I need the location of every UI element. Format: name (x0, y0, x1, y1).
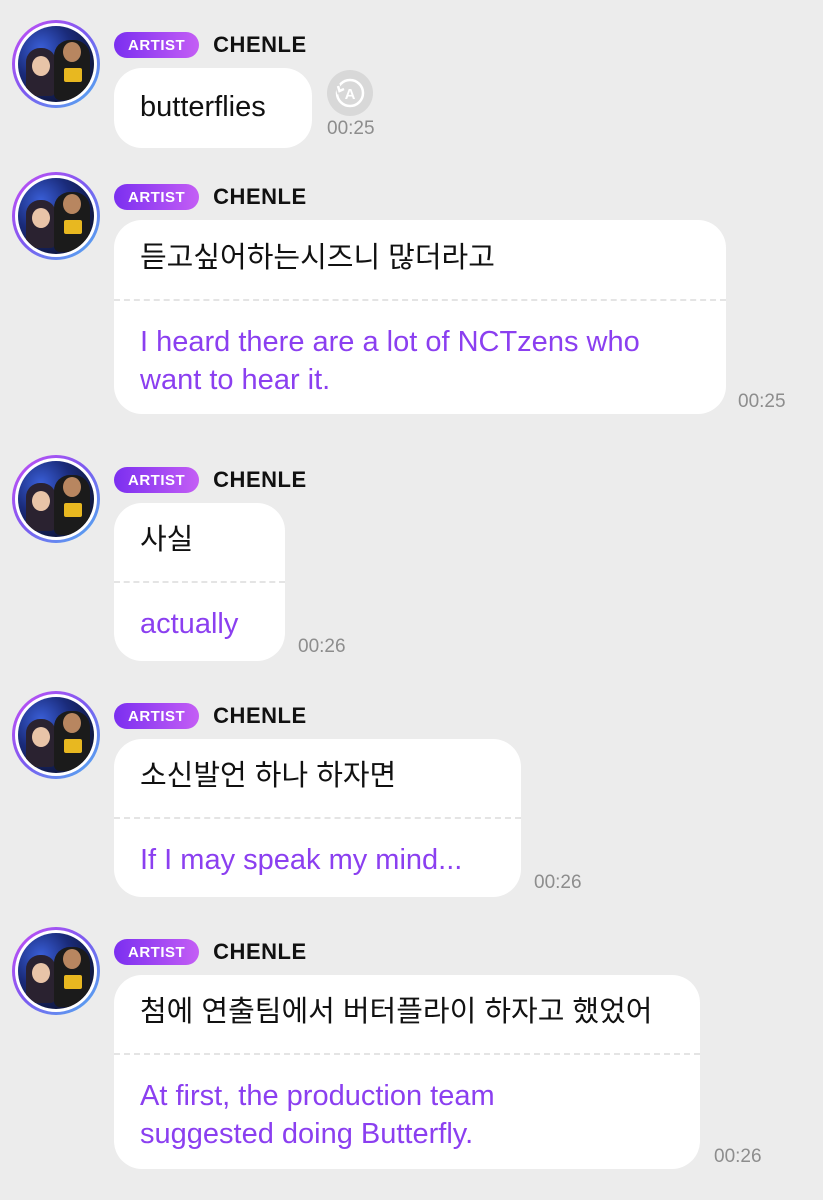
message-header: ARTIST CHENLE (114, 465, 307, 495)
chat-message: ARTIST CHENLE 듣고싶어하는시즈니 많더라고 I heard the… (0, 172, 823, 422)
svg-text:A: A (345, 86, 356, 103)
artist-avatar[interactable] (12, 20, 100, 108)
translation-divider (114, 299, 726, 301)
sender-name: CHENLE (213, 703, 307, 728)
message-header: ARTIST CHENLE (114, 30, 307, 60)
message-bubble[interactable]: butterflies (114, 68, 312, 148)
sender-name: CHENLE (213, 32, 307, 57)
message-bubble[interactable]: 첨에 연출팀에서 버터플라이 하자고 했었어 At first, the pro… (114, 975, 700, 1169)
sender-name: CHENLE (213, 184, 307, 209)
message-header: ARTIST CHENLE (114, 701, 307, 731)
message-header: ARTIST CHENLE (114, 182, 307, 212)
message-text: 첨에 연출팀에서 버터플라이 하자고 했었어 (140, 996, 653, 1028)
replay-translate-icon[interactable]: A (327, 70, 373, 116)
translation-divider (114, 1053, 700, 1055)
artist-badge: ARTIST (114, 32, 200, 58)
chat-message: ARTIST CHENLE 소신발언 하나 하자면 If I may speak… (0, 691, 823, 901)
artist-badge: ARTIST (114, 703, 200, 729)
timestamp: 00:25 (327, 118, 375, 139)
timestamp: 00:26 (714, 1146, 762, 1167)
translation-text: At first, the production team suggested … (140, 1080, 495, 1150)
message-bubble[interactable]: 사실 actually (114, 503, 285, 661)
artist-avatar[interactable] (12, 691, 100, 779)
message-text: butterflies (140, 91, 266, 123)
artist-badge: ARTIST (114, 184, 200, 210)
message-bubble[interactable]: 소신발언 하나 하자면 If I may speak my mind... (114, 739, 521, 897)
timestamp: 00:26 (298, 636, 346, 657)
artist-badge: ARTIST (114, 939, 200, 965)
message-header: ARTIST CHENLE (114, 937, 307, 967)
artist-avatar[interactable] (12, 927, 100, 1015)
translation-text: actually (140, 608, 239, 640)
chat-message: ARTIST CHENLE 사실 actually 00:26 (0, 455, 823, 665)
timestamp: 00:25 (738, 391, 786, 412)
chat-message: ARTIST CHENLE butterflies A 00:25 (0, 20, 823, 148)
timestamp: 00:26 (534, 872, 582, 893)
sender-name: CHENLE (213, 939, 307, 964)
artist-avatar[interactable] (12, 455, 100, 543)
translation-divider (114, 817, 521, 819)
artist-avatar[interactable] (12, 172, 100, 260)
message-bubble[interactable]: 듣고싶어하는시즈니 많더라고 I heard there are a lot o… (114, 220, 726, 414)
message-text: 듣고싶어하는시즈니 많더라고 (140, 242, 495, 274)
chat-message: ARTIST CHENLE 첨에 연출팀에서 버터플라이 하자고 했었어 At … (0, 927, 823, 1177)
message-text: 소신발언 하나 하자면 (140, 760, 397, 792)
translation-text: If I may speak my mind... (140, 844, 463, 876)
translation-text: I heard there are a lot of NCTzens who w… (140, 326, 640, 396)
sender-name: CHENLE (213, 467, 307, 492)
translation-divider (114, 581, 285, 583)
artist-badge: ARTIST (114, 467, 200, 493)
message-text: 사실 (140, 524, 194, 556)
